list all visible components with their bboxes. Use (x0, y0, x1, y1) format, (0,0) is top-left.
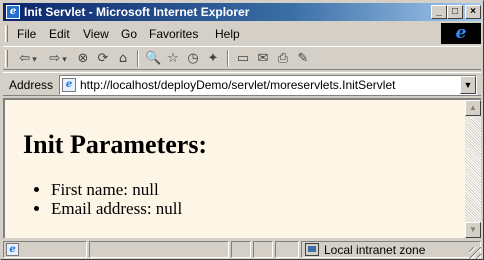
search-icon[interactable]: 🔍 (145, 50, 161, 67)
browser-window: e Init Servlet - Microsoft Internet Expl… (0, 0, 484, 260)
ie-page-icon: e (6, 5, 20, 19)
address-bar: Address e http://localhost/deployDemo/se… (3, 72, 481, 96)
maximize-button[interactable]: □ (447, 5, 463, 19)
address-dropdown-icon[interactable]: ▼ (460, 76, 476, 94)
toolbar-grip[interactable] (5, 50, 8, 67)
menu-go[interactable]: Go (121, 26, 137, 42)
close-button[interactable]: × (465, 5, 481, 19)
page-heading: Init Parameters: (23, 130, 208, 159)
zone-pane: Local intranet zone (301, 241, 481, 258)
scroll-up-icon[interactable]: ▲ (465, 100, 481, 116)
toolbar-separator (137, 50, 139, 67)
status-pane (89, 241, 229, 258)
local-intranet-icon (305, 243, 319, 256)
status-pane (253, 241, 273, 258)
menu-edit[interactable]: Edit (49, 26, 70, 42)
window-title: Init Servlet - Microsoft Internet Explor… (24, 5, 250, 19)
home-icon[interactable]: ⌂ (115, 50, 131, 67)
address-url[interactable]: http://localhost/deployDemo/servlet/more… (80, 78, 395, 93)
status-pane (231, 241, 251, 258)
mail-icon[interactable]: ✉ (255, 50, 271, 67)
forward-icon[interactable]: ⇨ (45, 50, 71, 67)
menu-bar: File Edit View Go Favorites Help e (3, 23, 481, 44)
edit-icon[interactable]: ✎ (295, 50, 311, 67)
status-pane (275, 241, 299, 258)
refresh-icon[interactable]: ⟳ (95, 50, 111, 67)
list-item: Email address: null (51, 199, 182, 218)
menu-view[interactable]: View (83, 26, 109, 42)
init-param-list: First name: null Email address: null (51, 180, 182, 218)
ie-logo-icon: e (441, 23, 481, 44)
resize-grip-icon[interactable] (469, 247, 481, 259)
address-label: Address (9, 78, 54, 92)
standard-toolbar: ⇦ ⇨ ⊗ ⟳ ⌂ 🔍 ☆ ◷ ✦ ▭ ✉ ⎙ ✎ (3, 46, 481, 70)
minimize-button[interactable]: _ (431, 5, 447, 19)
zone-label: Local intranet zone (324, 243, 426, 257)
menu-favorites[interactable]: Favorites (149, 26, 198, 42)
status-bar: e Local intranet zone (3, 240, 481, 259)
page-icon: e (62, 78, 76, 92)
history-icon[interactable]: ◷ (185, 50, 201, 67)
toolbar-separator (227, 50, 229, 67)
print-icon[interactable]: ⎙ (275, 50, 291, 67)
menubar-grip[interactable] (5, 25, 8, 42)
menu-help[interactable]: Help (215, 26, 240, 42)
status-pane-main: e (3, 241, 87, 258)
page-icon: e (6, 243, 19, 256)
favorites-icon[interactable]: ☆ (165, 50, 181, 67)
fullscreen-icon[interactable]: ▭ (235, 50, 251, 67)
list-item: First name: null (51, 180, 182, 199)
page-content: Init Parameters: First name: null Email … (3, 98, 481, 238)
menu-file[interactable]: File (17, 26, 36, 42)
vertical-scrollbar[interactable]: ▲ ▼ (465, 100, 481, 238)
stop-icon[interactable]: ⊗ (75, 50, 91, 67)
channels-icon[interactable]: ✦ (205, 50, 221, 67)
scroll-down-icon[interactable]: ▼ (465, 222, 481, 238)
address-input[interactable]: e http://localhost/deployDemo/servlet/mo… (59, 75, 477, 95)
back-icon[interactable]: ⇦ (15, 50, 41, 67)
title-bar[interactable]: e Init Servlet - Microsoft Internet Expl… (3, 3, 481, 21)
